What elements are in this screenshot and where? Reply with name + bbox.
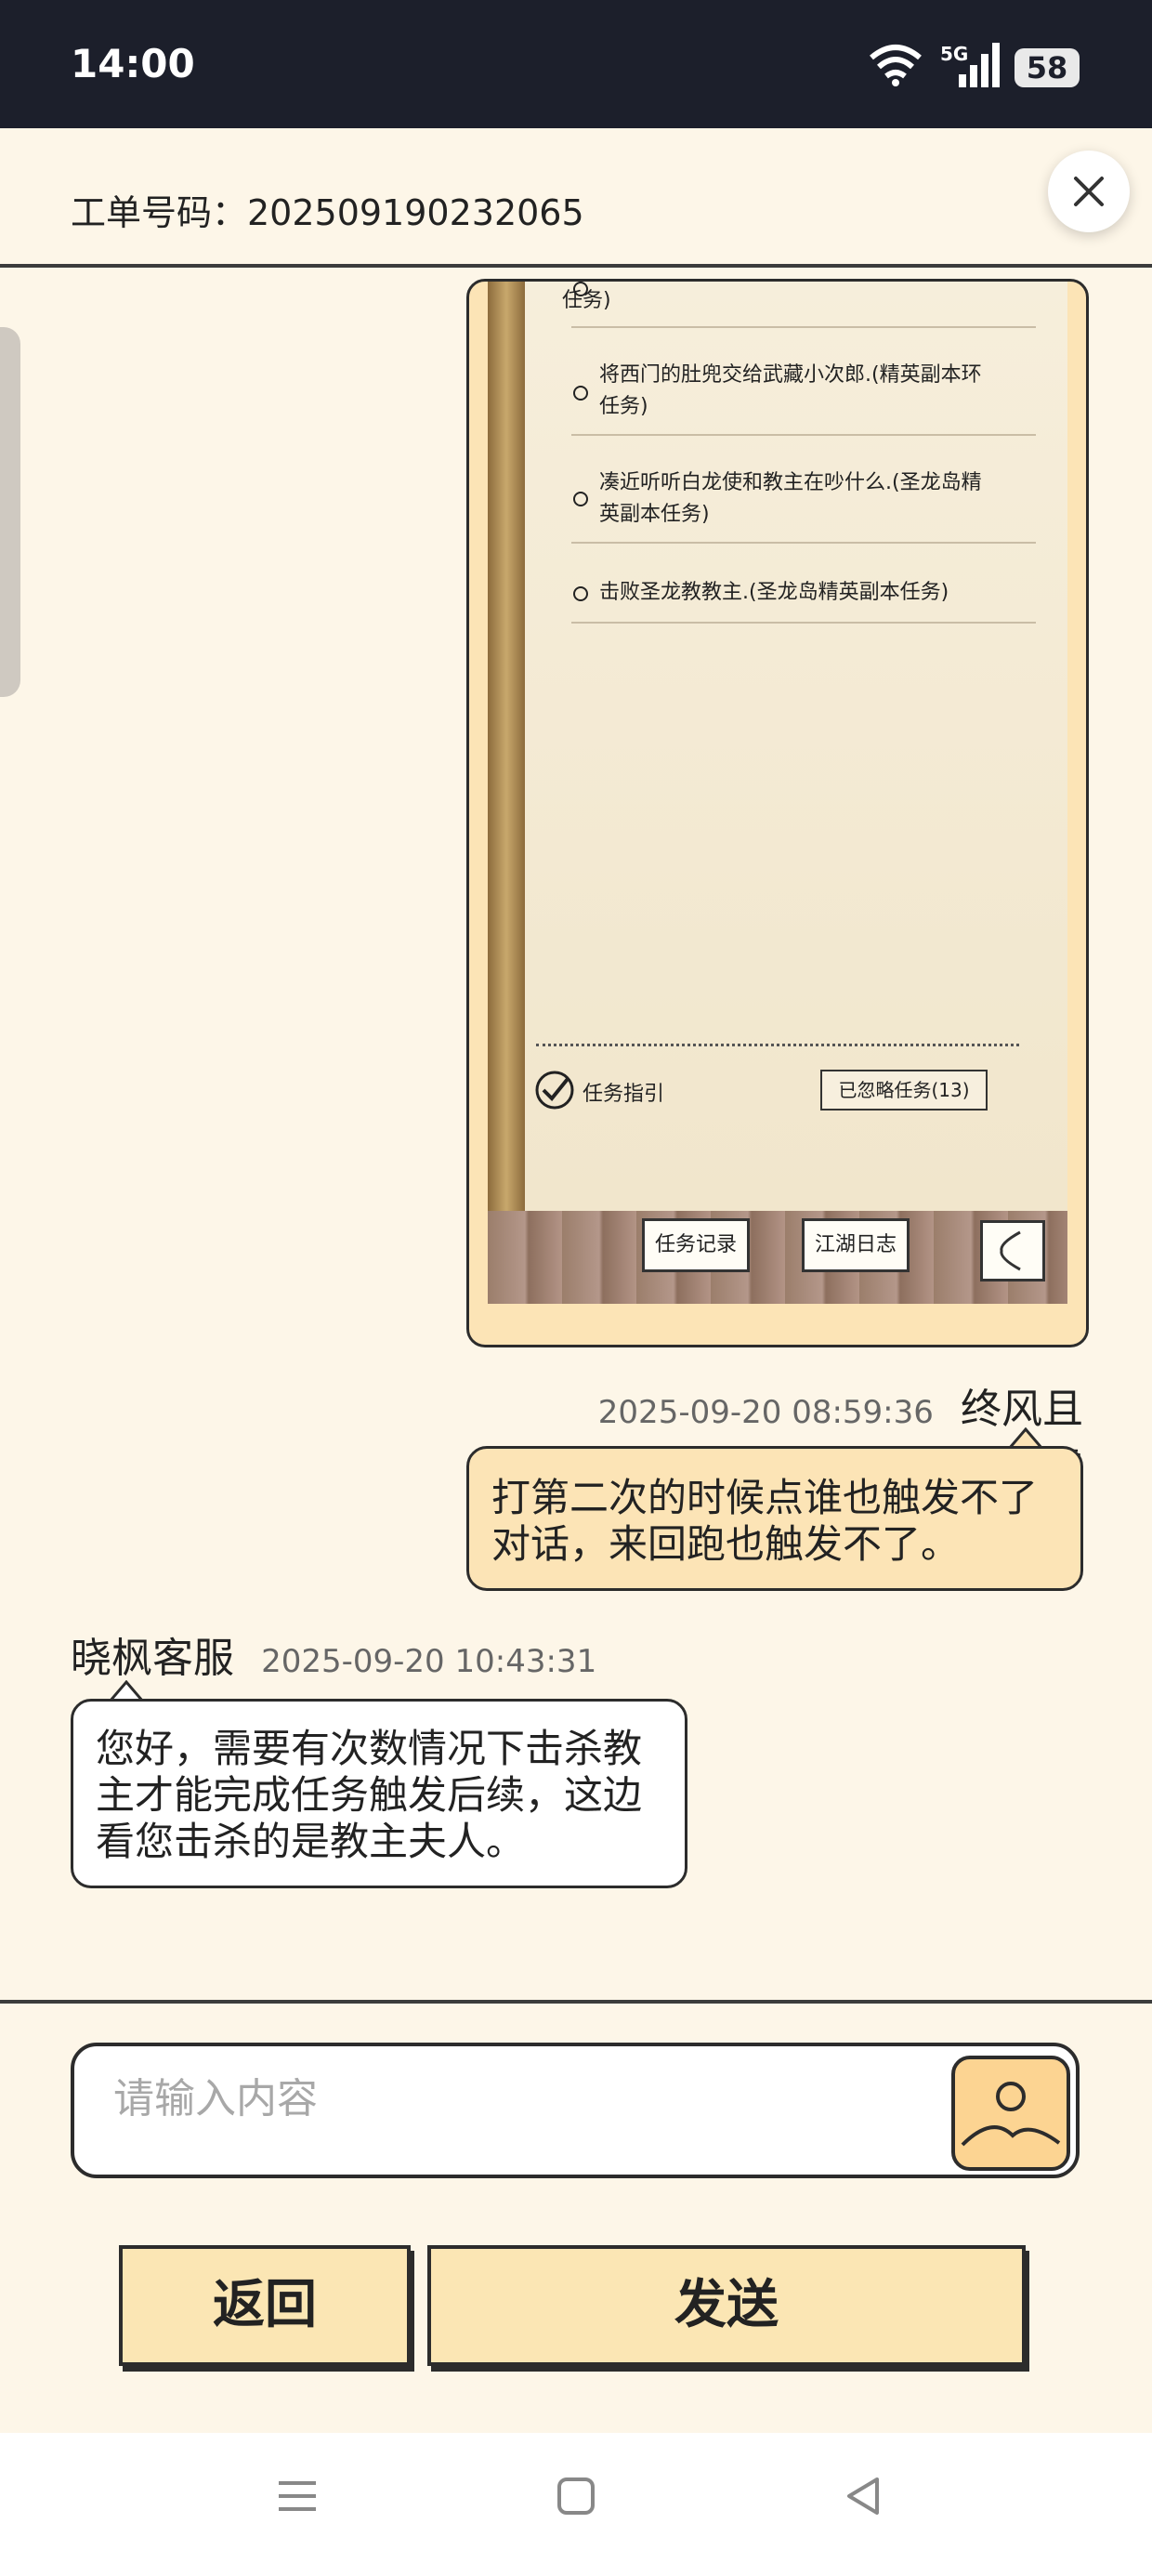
back-icon[interactable]	[842, 2474, 886, 2518]
agent-name: 晓枫客服	[71, 1635, 234, 1682]
scroll-rod	[488, 282, 525, 1211]
divider	[0, 2000, 1152, 2004]
message-input[interactable]: 请输入内容	[71, 2043, 1080, 2178]
back-arrow-icon	[980, 1220, 1045, 1281]
message-timestamp: 2025-09-20 08:59:36	[597, 1394, 934, 1431]
divider	[571, 542, 1036, 544]
image-upload-button[interactable]	[951, 2056, 1070, 2171]
close-button[interactable]	[1048, 151, 1130, 232]
ignored-tasks-button: 已忽略任务(13)	[820, 1070, 988, 1111]
side-scroll-handle[interactable]	[0, 327, 20, 697]
task-guide-label: 任务指引	[583, 1083, 665, 1106]
image-message[interactable]: 任务) 将西门的肚兜交给武藏小次郎.(精英副本环任务) 凑近听听白龙使和教主在吵…	[466, 279, 1089, 1347]
message-timestamp: 2025-09-20 10:43:31	[261, 1643, 597, 1680]
status-bar: 14:00 5G 58	[0, 0, 1152, 128]
menu-icon[interactable]	[275, 2474, 320, 2518]
image-icon	[961, 2082, 1061, 2147]
task-item: 将西门的肚兜交给武藏小次郎.(精英副本环任务)	[599, 363, 982, 418]
close-icon	[1074, 177, 1104, 206]
agent-message-bubble: 您好，需要有次数情况下击杀教主才能完成任务触发后续，这边看您击杀的是教主夫人。	[71, 1699, 687, 1888]
dotted-divider	[536, 1044, 1019, 1046]
signal-icon	[959, 43, 1000, 87]
checkmark-icon	[535, 1071, 574, 1110]
journal-tab: 江湖日志	[802, 1218, 910, 1272]
agent-message-meta: 晓枫客服 2025-09-20 10:43:31	[71, 1624, 596, 1684]
task-bullet	[573, 586, 588, 601]
task-records-tab: 任务记录	[642, 1218, 750, 1272]
task-item: 任务)	[562, 289, 611, 312]
user-message-bubble: 打第二次的时候点谁也触发不了对话，来回跑也触发不了。	[466, 1446, 1083, 1591]
task-bullet	[573, 386, 588, 401]
input-placeholder: 请输入内容	[113, 2075, 318, 2123]
wifi-icon	[870, 45, 922, 86]
divider	[571, 326, 1036, 328]
battery-indicator: 58	[1015, 48, 1080, 87]
task-item: 击败圣龙教教主.(圣龙岛精英副本任务)	[599, 581, 949, 604]
ticket-number: 工单号码：202509190232065	[71, 192, 584, 233]
task-item: 凑近听听白龙使和教主在吵什么.(圣龙岛精英副本任务)	[599, 471, 982, 526]
divider	[571, 622, 1036, 624]
game-screenshot: 任务) 将西门的肚兜交给武藏小次郎.(精英副本环任务) 凑近听听白龙使和教主在吵…	[488, 282, 1067, 1304]
send-button[interactable]: 发送	[427, 2245, 1026, 2366]
divider	[0, 264, 1152, 268]
status-time: 14:00	[71, 41, 195, 86]
system-nav-bar	[0, 2433, 1152, 2576]
home-icon[interactable]	[554, 2474, 598, 2518]
task-bullet	[573, 492, 588, 506]
divider	[571, 434, 1036, 436]
back-button[interactable]: 返回	[119, 2245, 411, 2366]
